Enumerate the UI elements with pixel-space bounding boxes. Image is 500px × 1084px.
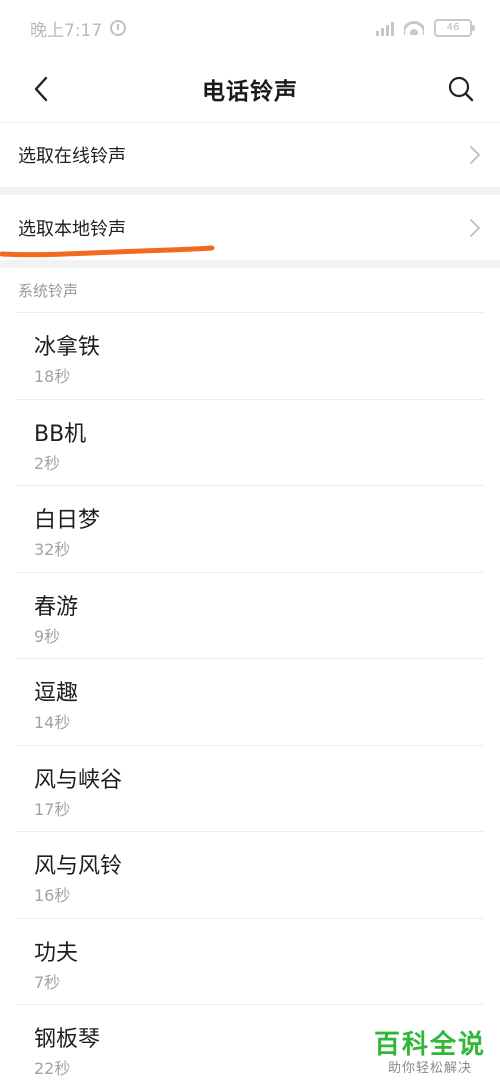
app-header: 电话铃声 (0, 56, 500, 122)
ringtone-settings-screen: 晚上7:17 46 电话铃声 选取在线铃声 选取本地铃声 系统铃声 冰拿铁 18… (0, 0, 500, 1084)
signal-icon (376, 20, 394, 36)
ringtone-duration: 18秒 (34, 367, 71, 386)
ringtone-name: 钢板琴 (34, 1027, 101, 1052)
battery-icon: 46 (434, 19, 475, 37)
ringtone-name: 冰拿铁 (34, 335, 101, 360)
ringtone-duration: 14秒 (34, 713, 71, 732)
status-left: 晚上7:17 (30, 16, 127, 41)
list-item[interactable]: 功夫 7秒 (16, 917, 484, 1005)
ringtone-duration: 17秒 (34, 799, 71, 819)
wifi-icon (404, 21, 424, 35)
list-item[interactable]: 风与风铃 16秒 (16, 831, 484, 918)
ringtone-name: 风与风铃 (34, 854, 123, 879)
watermark-title: 百科全说 (373, 1030, 486, 1060)
section-divider-2 (0, 260, 500, 268)
status-time: 晚上7:17 (30, 20, 103, 41)
ringtone-duration: 2秒 (34, 453, 61, 473)
ringtone-name: BB机 (34, 421, 87, 447)
ringtone-duration: 32秒 (34, 540, 71, 559)
list-item[interactable]: BB机 2秒 (16, 398, 484, 486)
back-button[interactable] (22, 70, 60, 108)
list-item[interactable]: 风与峡谷 17秒 (16, 744, 484, 832)
select-local-ringtone-label: 选取本地铃声 (18, 219, 126, 240)
select-online-ringtone-row[interactable]: 选取在线铃声 (0, 123, 500, 187)
ringtone-name: 风与峡谷 (34, 767, 123, 793)
page-title: 电话铃声 (202, 79, 298, 105)
section-divider (0, 187, 500, 195)
list-item[interactable]: 逗趣 14秒 (16, 658, 484, 745)
search-button[interactable] (442, 70, 480, 108)
ringtone-name: 春游 (34, 594, 79, 620)
ringtone-duration: 16秒 (34, 886, 71, 905)
ringtone-duration: 22秒 (34, 1059, 71, 1078)
chevron-right-icon (470, 146, 480, 164)
ringtone-name: 逗趣 (34, 681, 79, 706)
status-bar: 晚上7:17 46 (0, 0, 500, 56)
ringtone-list: 冰拿铁 18秒 BB机 2秒 白日梦 32秒 春游 9秒 逗趣 14秒 风与峡谷… (0, 312, 500, 1084)
list-item[interactable]: 冰拿铁 18秒 (16, 312, 484, 399)
list-item[interactable]: 春游 9秒 (16, 571, 484, 659)
ringtone-name: 白日梦 (34, 508, 101, 533)
list-item[interactable]: 白日梦 32秒 (16, 485, 484, 572)
chevron-left-icon (34, 76, 48, 102)
status-right: 46 (376, 19, 475, 37)
search-icon (448, 76, 474, 102)
select-online-ringtone-label: 选取在线铃声 (18, 146, 126, 167)
ringtone-name: 功夫 (34, 940, 79, 966)
chevron-right-icon (470, 219, 480, 237)
watermark-subtitle: 助你轻松解决 (387, 1061, 472, 1076)
ringtone-duration: 9秒 (34, 626, 61, 646)
system-ringtones-header: 系统铃声 (18, 282, 79, 300)
alarm-icon (110, 20, 127, 36)
watermark-logo: 百科全说 助你轻松解决 (374, 1030, 486, 1078)
ringtone-duration: 7秒 (34, 972, 61, 992)
